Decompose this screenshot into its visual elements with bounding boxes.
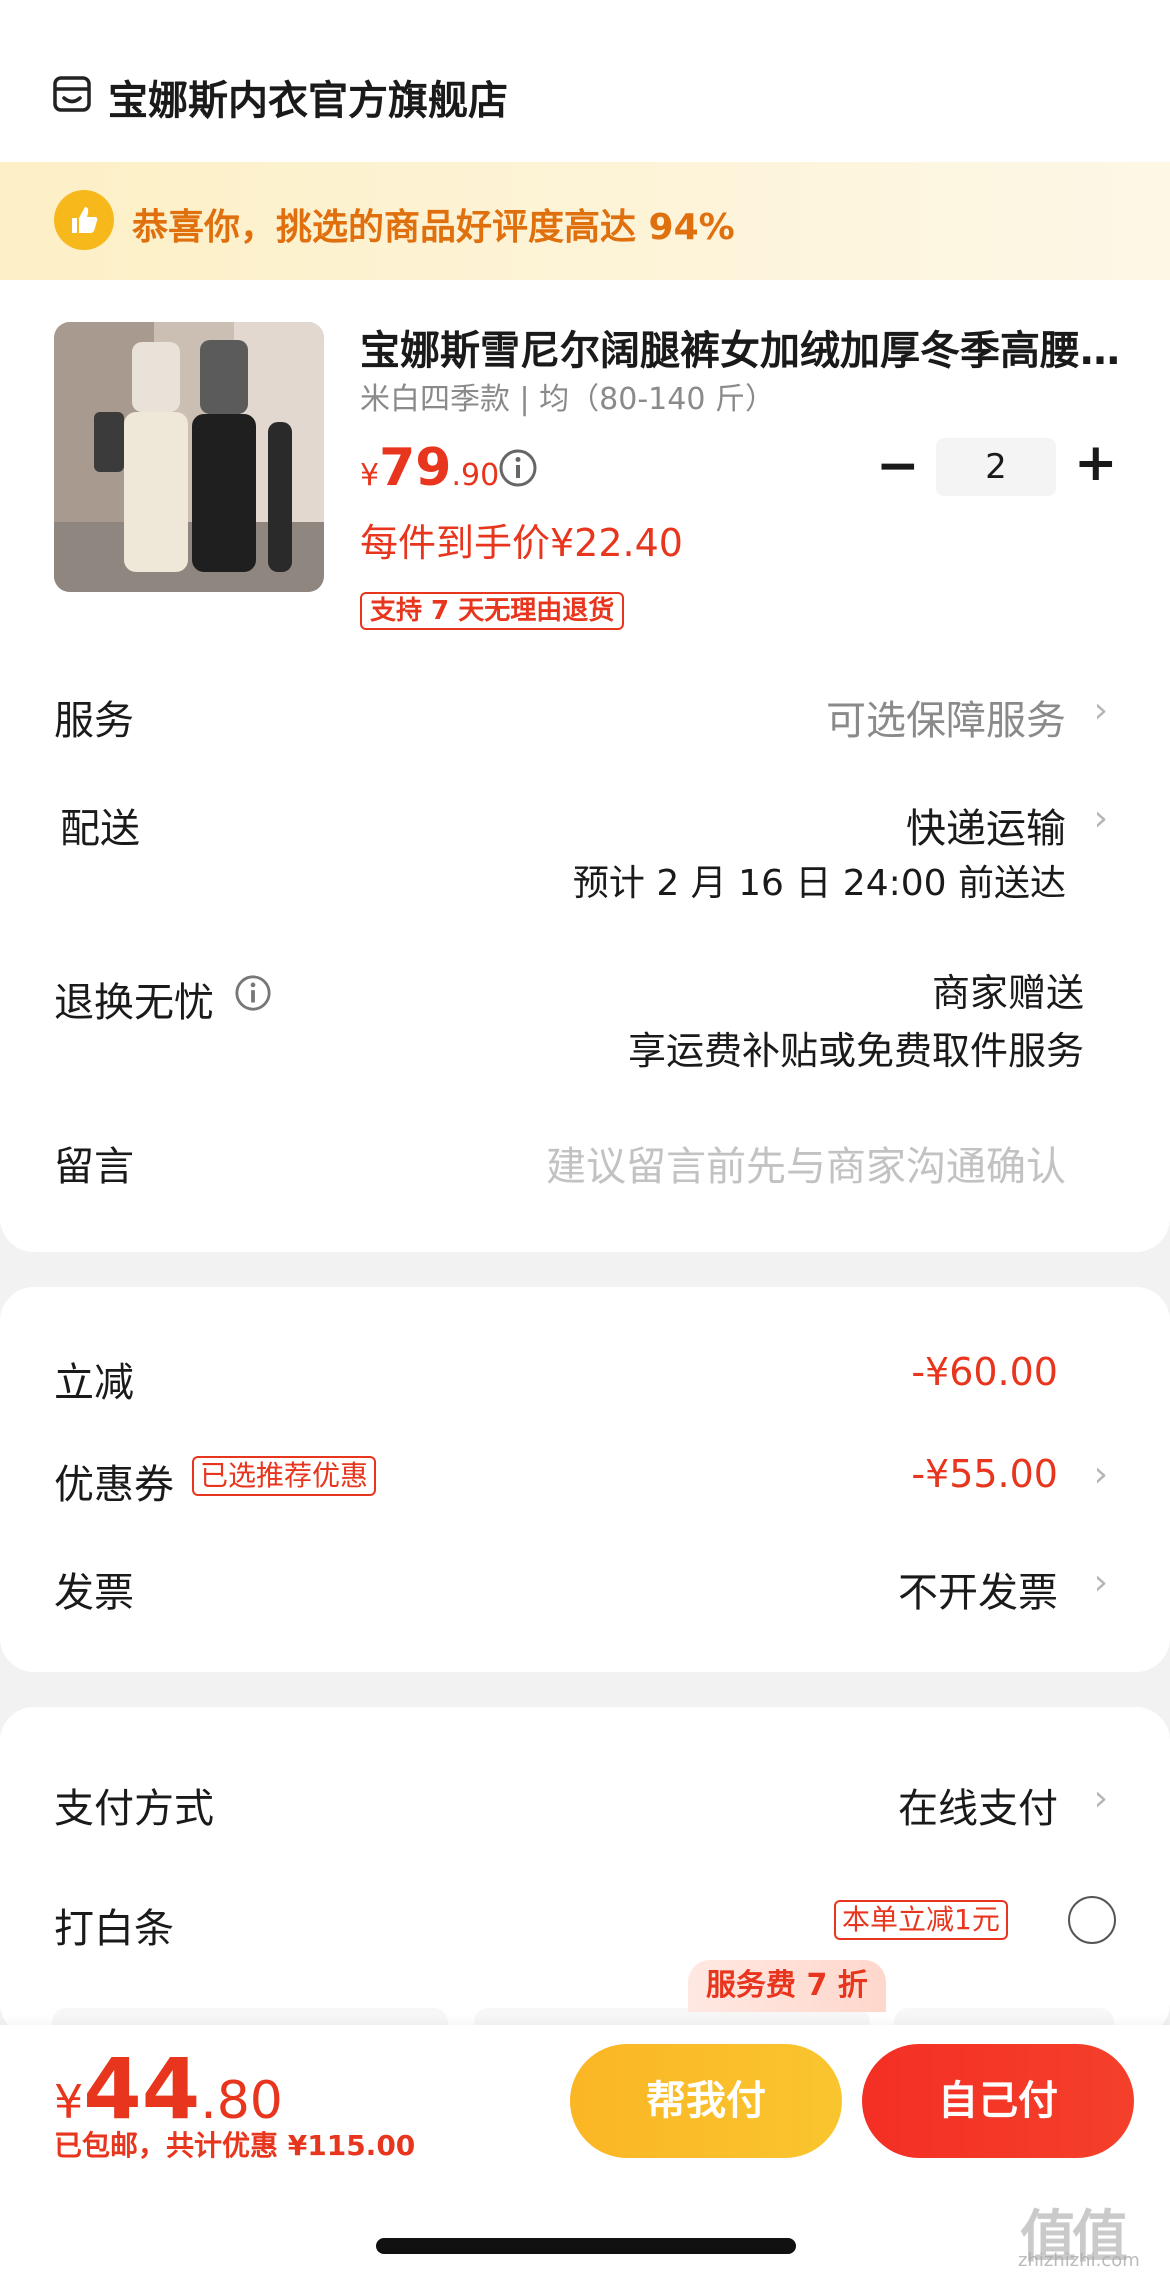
message-input[interactable]: 建议留言前先与商家沟通确认 bbox=[546, 1134, 1066, 1192]
chevron-right-icon[interactable]: › bbox=[1094, 1778, 1108, 1819]
installment-fee-badge: 服务费 7 折 bbox=[688, 1960, 886, 2012]
product-image[interactable] bbox=[54, 322, 324, 592]
price-info-icon[interactable] bbox=[498, 448, 538, 488]
invoice-label: 发票 bbox=[54, 1570, 134, 1616]
chevron-right-icon[interactable]: › bbox=[1094, 798, 1108, 839]
service-option-link[interactable]: 可选保障服务 bbox=[826, 688, 1066, 746]
store-icon bbox=[53, 76, 91, 112]
price-integer: 79 bbox=[379, 438, 452, 498]
price-currency: ¥ bbox=[360, 458, 380, 493]
delivery-label: 配送 bbox=[60, 806, 140, 852]
coupon-label: 优惠券 bbox=[54, 1462, 174, 1508]
help-me-pay-button[interactable]: 帮我付 bbox=[570, 2044, 842, 2158]
coupon-value[interactable]: -¥55.00 bbox=[911, 1452, 1058, 1496]
thumbs-up-icon bbox=[54, 190, 114, 250]
chevron-right-icon[interactable]: › bbox=[1094, 1454, 1108, 1495]
total-decimal: .80 bbox=[200, 2071, 283, 2131]
return-worry-free-value: 商家赠送 bbox=[931, 971, 1084, 1015]
store-name[interactable]: 宝娜斯内衣官方旗舰店 bbox=[108, 68, 508, 126]
pay-myself-button[interactable]: 自己付 bbox=[862, 2044, 1134, 2158]
total-savings-note: 已包邮，共计优惠 ¥115.00 bbox=[54, 2129, 416, 2162]
product-title[interactable]: 宝娜斯雪尼尔阔腿裤女加绒加厚冬季高腰… bbox=[360, 318, 1130, 376]
baitiao-radio[interactable] bbox=[1068, 1896, 1116, 1944]
chevron-right-icon[interactable]: › bbox=[1094, 690, 1108, 731]
watermark-url: zhizhizhi.com bbox=[1018, 2250, 1140, 2271]
chevron-right-icon[interactable]: › bbox=[1094, 1562, 1108, 1603]
home-indicator[interactable] bbox=[376, 2238, 796, 2254]
invoice-option-link[interactable]: 不开发票 bbox=[898, 1560, 1058, 1618]
message-label: 留言 bbox=[54, 1144, 134, 1190]
price-decimal: .90 bbox=[451, 458, 500, 493]
quantity-input[interactable]: 2 bbox=[936, 438, 1056, 496]
baitiao-label: 打白条 bbox=[54, 1906, 174, 1952]
return-worry-free-detail: 享运费补贴或免费取件服务 bbox=[627, 1029, 1084, 1073]
return-policy-tag: 支持 7 天无理由退货 bbox=[360, 592, 625, 630]
delivery-method-link[interactable]: 快递运输 bbox=[906, 796, 1066, 854]
coupon-selected-tag: 已选推荐优惠 bbox=[192, 1456, 377, 1496]
unit-price: 每件到手价¥22.40 bbox=[360, 521, 683, 565]
instant-reduction-value: -¥60.00 bbox=[911, 1350, 1058, 1394]
product-spec[interactable]: 米白四季款 | 均（80-140 斤） bbox=[360, 374, 775, 418]
instant-reduction-label: 立减 bbox=[54, 1360, 134, 1406]
payment-method-label: 支付方式 bbox=[54, 1786, 214, 1832]
quantity-increase-button[interactable]: + bbox=[1074, 434, 1118, 492]
payment-card bbox=[0, 1707, 1170, 2037]
return-worry-free-label: 退换无忧 bbox=[54, 980, 214, 1026]
info-icon[interactable] bbox=[234, 974, 272, 1012]
baitiao-discount-tag: 本单立减1元 bbox=[834, 1900, 1008, 1940]
delivery-eta: 预计 2 月 16 日 24:00 前送达 bbox=[572, 863, 1066, 904]
payment-method-link[interactable]: 在线支付 bbox=[898, 1776, 1058, 1834]
rating-banner-text: 恭喜你，挑选的商品好评度高达 94% bbox=[132, 207, 735, 248]
total-currency: ¥ bbox=[54, 2075, 84, 2129]
product-price: ¥79.90 bbox=[360, 438, 499, 498]
service-label: 服务 bbox=[54, 698, 134, 744]
quantity-decrease-button[interactable]: − bbox=[876, 438, 920, 494]
